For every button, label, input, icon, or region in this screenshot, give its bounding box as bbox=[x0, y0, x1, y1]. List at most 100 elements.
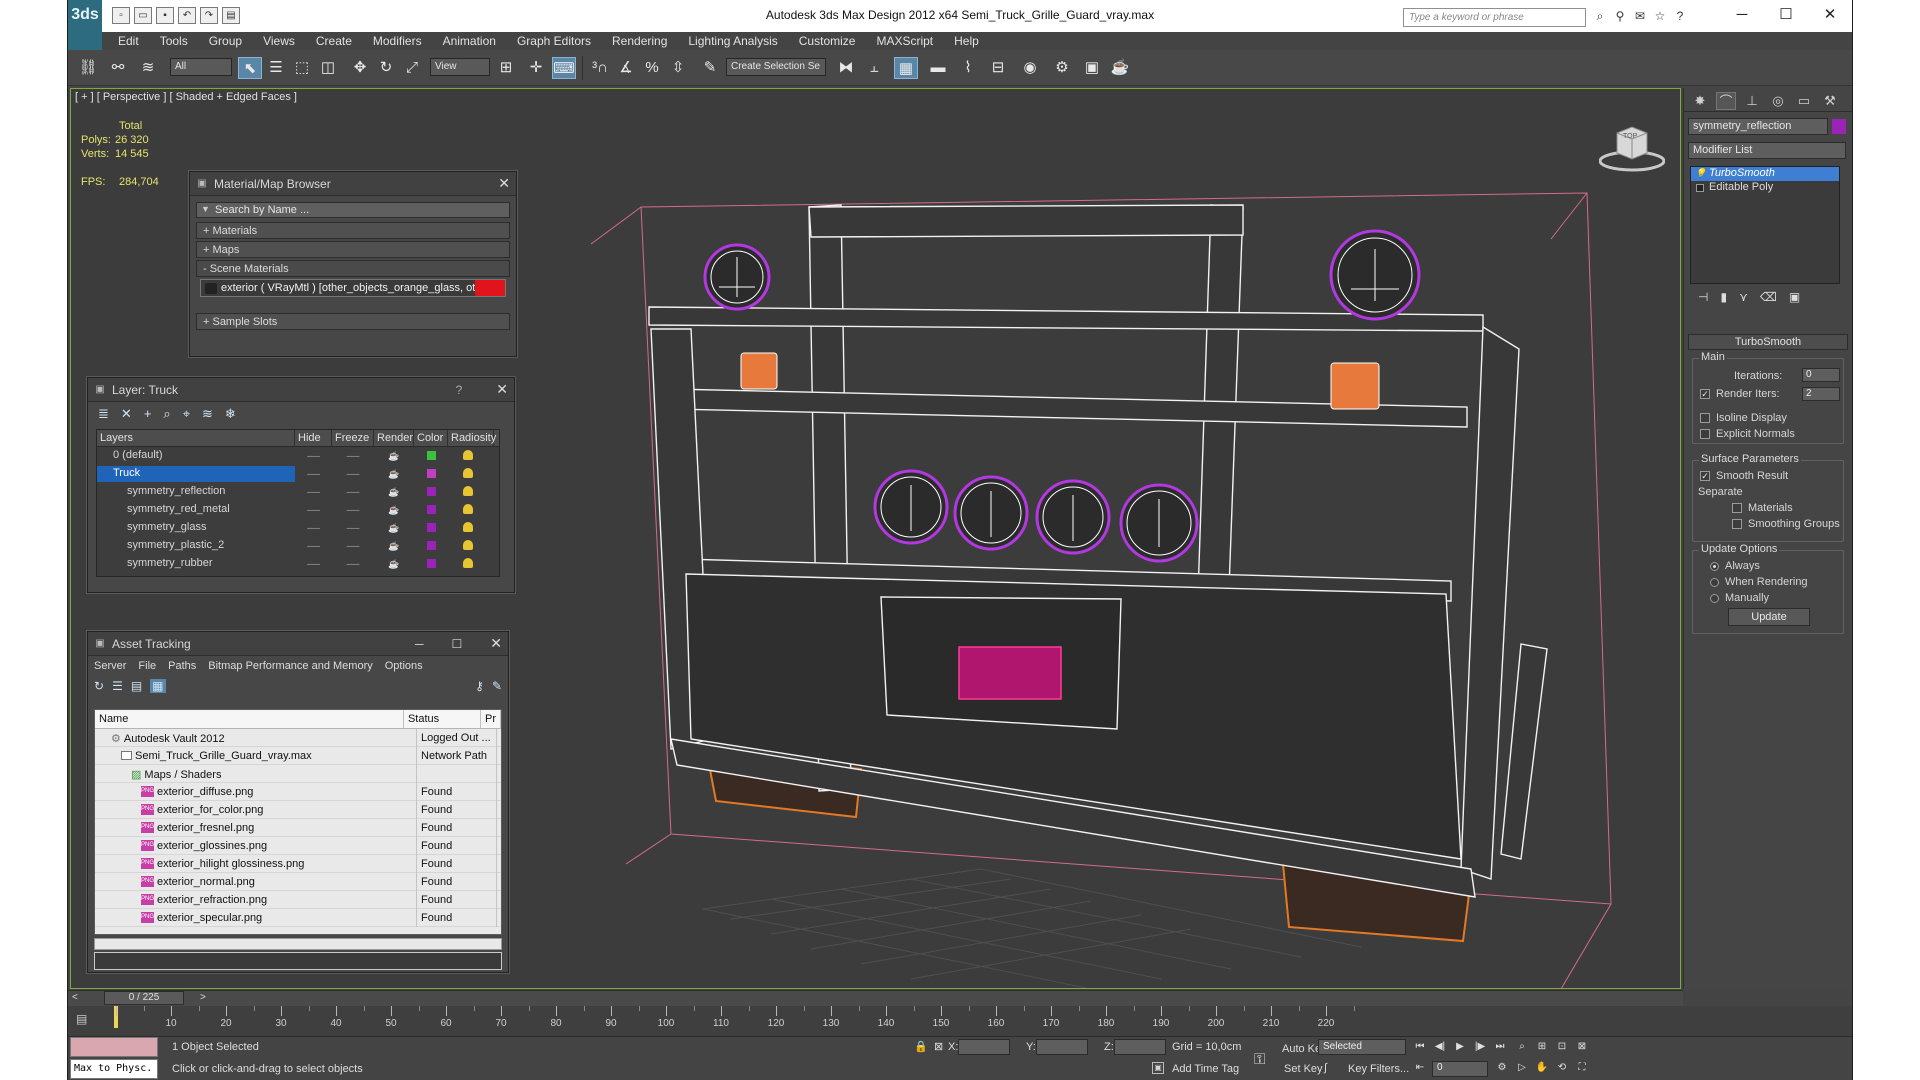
spinner-snap-icon[interactable]: ⇳ bbox=[666, 57, 690, 79]
layer-color-swatch[interactable] bbox=[427, 577, 436, 578]
time-tag-icon[interactable]: ▣ bbox=[1152, 1062, 1164, 1074]
zoom-all-icon[interactable]: ⊞ bbox=[1534, 1040, 1550, 1054]
freeze-toggle[interactable]: ── bbox=[332, 487, 374, 497]
render-teapot-icon[interactable]: ☕ bbox=[374, 541, 414, 552]
stack-item-editable-poly[interactable]: Editable Poly bbox=[1691, 181, 1839, 195]
hide-toggle[interactable]: ── bbox=[295, 487, 332, 497]
render-iters-checkbox[interactable]: ✓ bbox=[1700, 389, 1710, 399]
asset-row[interactable]: PNG exterior_refraction.png Found bbox=[95, 890, 501, 909]
smoothing-groups-checkbox[interactable] bbox=[1732, 519, 1742, 529]
maximize-button[interactable]: ☐ bbox=[1764, 0, 1808, 32]
make-unique-icon[interactable]: ⋎ bbox=[1739, 290, 1748, 304]
rollout-scene-materials[interactable]: - Scene Materials bbox=[196, 260, 510, 277]
update-when-rendering-row[interactable]: When Rendering bbox=[1710, 576, 1808, 588]
col-radiosity[interactable]: Radiosity bbox=[448, 430, 496, 446]
modifier-list-dropdown[interactable]: Modifier List bbox=[1688, 142, 1846, 159]
radiosity-lightbulb-icon[interactable] bbox=[463, 558, 473, 568]
selection-filter-dropdown[interactable]: All bbox=[170, 58, 232, 76]
isoline-display-row[interactable]: Isoline Display bbox=[1700, 412, 1787, 424]
radiosity-lightbulb-icon[interactable] bbox=[463, 486, 473, 496]
asset-row[interactable]: PNG exterior_hilight glossiness.png Found bbox=[95, 854, 501, 873]
layer-row[interactable]: symmetry_reflection ── ── ☕ bbox=[97, 483, 499, 501]
add-time-tag-button[interactable]: Add Time Tag bbox=[1172, 1063, 1239, 1075]
layer-row[interactable]: symmetry_glass ── ── ☕ bbox=[97, 519, 499, 537]
window-crossing-icon[interactable]: ◫ bbox=[316, 57, 340, 79]
graphite-ribbon-icon[interactable]: ▬ bbox=[926, 57, 950, 79]
asset-row[interactable]: ▨ Maps / Shaders bbox=[95, 764, 501, 783]
menu-create[interactable]: Create bbox=[316, 34, 352, 48]
layer-row[interactable]: 0 (default) ── ── ☕ bbox=[97, 447, 499, 465]
rollout-materials[interactable]: + Materials bbox=[196, 222, 510, 239]
key-mode-dropdown[interactable]: Selected bbox=[1318, 1039, 1406, 1055]
menu-customize[interactable]: Customize bbox=[799, 34, 856, 48]
layer-panel-titlebar[interactable]: ▣ Layer: Truck ? ✕ bbox=[88, 378, 514, 402]
select-rotate-icon[interactable]: ↻ bbox=[374, 57, 398, 79]
communication-icon[interactable]: ✉ bbox=[1632, 8, 1648, 24]
play-icon[interactable]: ▶ bbox=[1452, 1040, 1468, 1054]
viewcube[interactable]: TOP bbox=[1598, 123, 1666, 173]
previous-key-icon[interactable]: ◀| bbox=[1432, 1040, 1448, 1054]
material-editor-icon[interactable]: ◉ bbox=[1018, 57, 1042, 79]
isoline-display-checkbox[interactable] bbox=[1700, 413, 1710, 423]
layer-row[interactable]: symmetry_shadow────☕ bbox=[97, 573, 499, 578]
current-frame-field[interactable]: 0 bbox=[1432, 1061, 1488, 1077]
minimize-button[interactable]: ─ bbox=[1720, 0, 1764, 32]
key-mode-toggle-icon[interactable]: ⇤ bbox=[1412, 1061, 1428, 1075]
stack-item-turbosmooth[interactable]: 💡 TurboSmooth bbox=[1691, 167, 1839, 181]
maxscript-listener-output[interactable] bbox=[70, 1037, 158, 1057]
hide-all-layers-icon[interactable]: ≋ bbox=[202, 406, 213, 422]
go-to-start-icon[interactable]: ⏮ bbox=[1412, 1040, 1428, 1054]
menu-arrow-icon[interactable]: ▼ bbox=[201, 204, 210, 214]
maxscript-mini-listener[interactable]: Max to Physc. bbox=[70, 1059, 158, 1079]
menu-group[interactable]: Group bbox=[209, 34, 242, 48]
perspective-viewport[interactable]: [ + ] [ Perspective ] [ Shaded + Edged F… bbox=[70, 88, 1681, 989]
field-of-view-icon[interactable]: ▷ bbox=[1514, 1061, 1530, 1075]
radiosity-lightbulb-icon[interactable] bbox=[463, 540, 473, 550]
layer-name[interactable]: symmetry_plastic_2 bbox=[97, 538, 295, 554]
asset-menu-bitmap-performance[interactable]: Bitmap Performance and Memory bbox=[208, 660, 372, 672]
time-configuration-icon[interactable]: ⚙ bbox=[1494, 1061, 1510, 1075]
col-freeze[interactable]: Freeze bbox=[332, 430, 374, 446]
radiosity-lightbulb-icon[interactable] bbox=[463, 450, 473, 460]
menu-graph-editors[interactable]: Graph Editors bbox=[517, 34, 591, 48]
asset-row[interactable]: PNG exterior_diffuse.png Found bbox=[95, 782, 501, 801]
render-teapot-icon[interactable]: ☕ bbox=[374, 559, 414, 570]
layer-name[interactable]: symmetry_red_metal bbox=[97, 502, 295, 518]
maximize-icon[interactable]: ☐ bbox=[452, 637, 463, 651]
select-by-name-icon[interactable]: ☰ bbox=[264, 57, 288, 79]
select-move-icon[interactable]: ✥ bbox=[348, 57, 372, 79]
freeze-toggle[interactable]: ── bbox=[332, 541, 374, 551]
col-name[interactable]: Name bbox=[95, 710, 404, 728]
asset-tracking-titlebar[interactable]: ▣ Asset Tracking ─ ☐ ✕ bbox=[88, 632, 508, 656]
col-color[interactable]: Color bbox=[414, 430, 448, 446]
key-icon[interactable]: ⚿ bbox=[1254, 1051, 1265, 1068]
layer-name[interactable]: 0 (default) bbox=[97, 448, 295, 464]
delete-layer-icon[interactable]: ✕ bbox=[121, 406, 132, 422]
layer-color-swatch[interactable] bbox=[426, 486, 436, 496]
orbit-icon[interactable]: ⟲ bbox=[1554, 1061, 1570, 1075]
layer-row[interactable]: Truck ── ── ☕ bbox=[97, 465, 499, 483]
absolute-mode-icon[interactable]: ⊠ bbox=[934, 1040, 943, 1053]
render-teapot-icon[interactable]: ☕ bbox=[374, 451, 414, 462]
render-teapot-icon[interactable]: ☕ bbox=[374, 505, 414, 516]
highlight-layer-icon[interactable]: ⌖ bbox=[183, 406, 190, 422]
rendered-frame-window-icon[interactable]: ▣ bbox=[1080, 57, 1104, 79]
highlight-editor-icon[interactable]: ✎ bbox=[492, 679, 502, 693]
bind-space-warp-icon[interactable]: ≋ bbox=[136, 57, 160, 79]
rollout-sample-slots[interactable]: + Sample Slots bbox=[196, 313, 510, 330]
menu-animation[interactable]: Animation bbox=[443, 34, 496, 48]
angle-snap-icon[interactable]: ∡ bbox=[614, 57, 638, 79]
zoom-icon[interactable]: ⌕ bbox=[1514, 1040, 1530, 1054]
time-slider[interactable]: < 0 / 225 > bbox=[68, 990, 1683, 1006]
binoculars-icon[interactable]: ⌕ bbox=[1592, 8, 1608, 24]
hide-toggle[interactable]: ── bbox=[295, 469, 332, 479]
explicit-normals-checkbox[interactable] bbox=[1700, 429, 1710, 439]
hide-toggle[interactable]: ── bbox=[295, 505, 332, 515]
close-button[interactable]: ✕ bbox=[1808, 0, 1852, 32]
asset-path-field[interactable] bbox=[94, 952, 502, 970]
separate-materials-checkbox[interactable] bbox=[1732, 503, 1742, 513]
layer-row[interactable]: symmetry_rubber ── ── ☕ bbox=[97, 555, 499, 573]
layer-color-swatch[interactable] bbox=[426, 504, 436, 514]
select-manipulate-icon[interactable]: ✛ bbox=[524, 57, 548, 79]
render-setup-icon[interactable]: ⚙ bbox=[1050, 57, 1074, 79]
